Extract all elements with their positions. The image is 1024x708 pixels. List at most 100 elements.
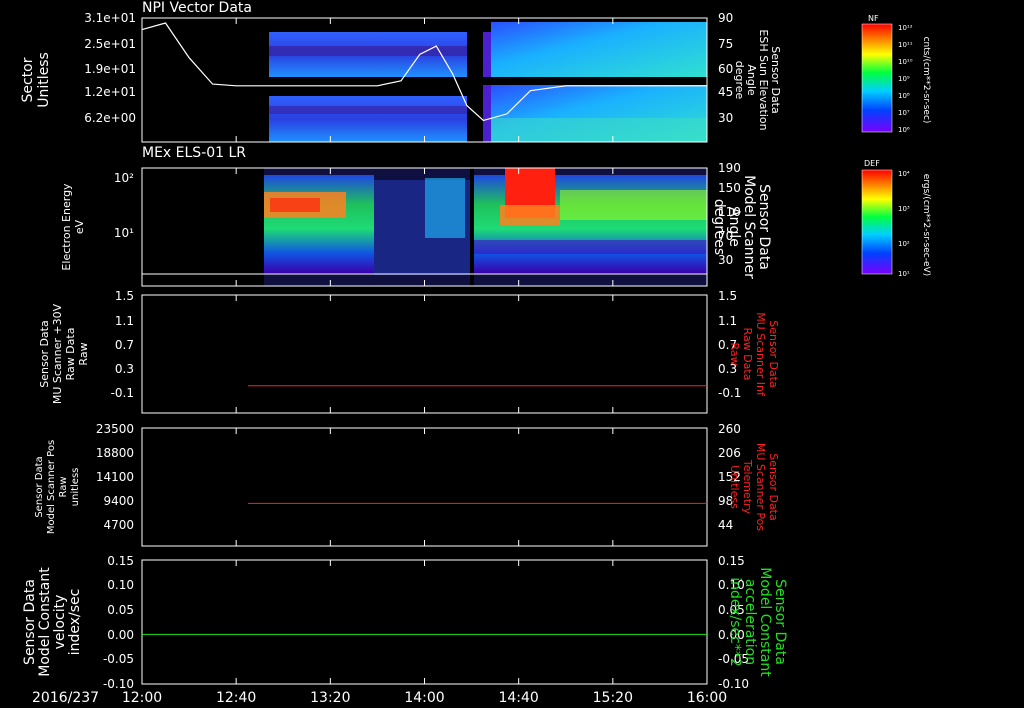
els-spectrogram — [264, 168, 707, 286]
svg-text:index/sec: index/sec — [67, 589, 83, 656]
npi-left-label: Sector Unitless — [20, 52, 52, 108]
els-right-tick: 150 — [718, 181, 741, 195]
mu-left-tick: 1.5 — [115, 289, 134, 303]
pos-right-tick: 260 — [718, 422, 741, 436]
panel-els: MEx ELS-01 LR 10² 10¹ 190 150 110 70 30 … — [60, 145, 772, 287]
svg-text:Sensor Data: Sensor Data — [756, 184, 772, 270]
pos-right-tick: 206 — [718, 446, 741, 460]
npi-right-label: Sensor Data ESH Sun Elevation Angle degr… — [733, 29, 782, 130]
pos-left-label: Sensor Data Model Scanner Pos Raw unitle… — [34, 440, 81, 534]
npi-left-tick: 3.1e+01 — [84, 11, 136, 25]
colorbar-def-tick: 10¹ — [898, 270, 910, 278]
const-left-label: Sensor Data Model Constant velocity inde… — [22, 567, 83, 677]
mu-right-tick: -0.1 — [718, 386, 741, 400]
const-left-tick: 0.10 — [107, 578, 134, 592]
npi-right-tick: 90 — [718, 11, 733, 25]
time-tick-label: 15:20 — [593, 690, 633, 706]
colorbar-def-tick: 10³ — [898, 205, 910, 213]
colorbar-nf-tick: 10¹¹ — [898, 41, 913, 49]
svg-text:Sensor Data: Sensor Data — [767, 320, 780, 387]
svg-text:Sensor Data: Sensor Data — [22, 579, 38, 665]
mu-left-tick: -0.1 — [111, 386, 134, 400]
pos-left-tick: 18800 — [96, 446, 134, 460]
svg-text:velocity: velocity — [52, 595, 68, 650]
svg-text:Electron Energy: Electron Energy — [60, 183, 73, 271]
els-left-tick: 10¹ — [114, 226, 134, 240]
panel-npi-title: NPI Vector Data — [142, 0, 252, 16]
const-left-tick: 0.00 — [107, 628, 134, 642]
colorbar-nf-tick: 10¹² — [898, 24, 913, 32]
colorbar-nf-tick: 10⁹ — [898, 75, 910, 83]
svg-text:degrees: degrees — [711, 199, 727, 255]
colorbar-def-units: ergs/(cm**2-sr-sec-eV) — [921, 174, 931, 276]
npi-spectrogram — [269, 22, 707, 142]
npi-right-tick: 60 — [718, 62, 733, 76]
colorbar-nf-tick: 10¹⁰ — [898, 58, 913, 66]
mu-right-tick: 1.1 — [718, 314, 737, 328]
svg-text:Raw Data: Raw Data — [741, 328, 754, 381]
panel-mu-30v-frame — [141, 294, 708, 414]
svg-text:Unitless: Unitless — [36, 52, 52, 108]
const-left-tick: 0.15 — [107, 554, 134, 568]
svg-text:Model Constant: Model Constant — [37, 567, 53, 677]
svg-text:Raw: Raw — [58, 476, 69, 497]
time-tick-label: 14:40 — [498, 690, 538, 706]
svg-text:unitless: unitless — [70, 468, 81, 507]
npi-left-tick: 1.9e+01 — [84, 62, 136, 76]
time-tick-label: 12:40 — [216, 690, 256, 706]
npi-right-tick: 30 — [718, 111, 733, 125]
panel-mu-30v: 1.5 1.1 0.7 0.3 -0.1 1.5 1.1 0.7 0.3 -0.… — [38, 289, 780, 414]
mu-left-tick: 1.1 — [115, 314, 134, 328]
time-tick-label: 12:00 — [122, 690, 162, 706]
pos-right-tick: 44 — [718, 518, 733, 532]
svg-text:Raw: Raw — [728, 342, 741, 365]
npi-left-tick: 2.5e+01 — [84, 37, 136, 51]
panel-constant-frame — [141, 559, 708, 685]
colorbar-def: DEF 10⁴ 10³ 10² 10¹ ergs/(cm**2-sr-sec-e… — [861, 159, 931, 278]
els-left-label: Electron Energy eV — [60, 183, 86, 271]
colorbar-def-label: DEF — [864, 159, 880, 168]
colorbar-nf-units: cnts/(cm**2-sr-sec) — [921, 37, 931, 124]
mu-left-tick: 0.3 — [115, 362, 134, 376]
pos-left-tick: 14100 — [96, 470, 134, 484]
svg-text:Sensor Data: Sensor Data — [772, 579, 788, 665]
svg-text:Sector: Sector — [20, 57, 36, 102]
els-right-tick: 190 — [718, 161, 741, 175]
colorbar-nf-tick: 10⁶ — [898, 126, 910, 134]
npi-left-tick: 6.2e+00 — [84, 111, 136, 125]
svg-text:MU Scanner +30V: MU Scanner +30V — [51, 303, 64, 404]
colorbar-def-tick: 10² — [898, 240, 910, 248]
pos-left-tick: 23500 — [96, 422, 134, 436]
panel-npi: NPI Vector Data 3.1e+01 2.5e+01 1.9e+01 … — [20, 0, 782, 143]
svg-text:MU Scanner Pos: MU Scanner Pos — [754, 443, 767, 532]
const-left-tick: -0.10 — [103, 677, 134, 691]
date-label: 2016/237 — [32, 690, 99, 706]
svg-text:MU Scanner Inf: MU Scanner Inf — [754, 312, 767, 397]
panel-scanner-pos: 23500 18800 14100 9400 4700 260 206 152 … — [34, 422, 780, 547]
npi-right-tick: 75 — [718, 37, 733, 51]
time-tick-label: 13:20 — [310, 690, 350, 706]
mu-right-tick: 1.5 — [718, 289, 737, 303]
svg-text:Angle: Angle — [726, 207, 742, 247]
colorbar-nf: NF 10¹² 10¹¹ 10¹⁰ 10⁹ 10⁸ 10⁷ 10⁶ cnts/(… — [861, 14, 931, 134]
panel-els-title: MEx ELS-01 LR — [142, 145, 246, 161]
const-right-tick: 0.15 — [718, 554, 745, 568]
svg-text:Sensor Data: Sensor Data — [38, 320, 51, 387]
time-tick-label: 14:00 — [404, 690, 444, 706]
pos-left-tick: 9400 — [103, 494, 134, 508]
const-right-label: Sensor Data Model Constant acceleration … — [727, 567, 788, 677]
svg-text:acceleration: acceleration — [742, 579, 758, 665]
svg-text:Telemetry: Telemetry — [741, 459, 754, 515]
npi-left-tick: 1.2e+01 — [84, 85, 136, 99]
const-right-tick: -0.10 — [718, 677, 749, 691]
svg-text:Model Constant: Model Constant — [757, 567, 773, 677]
svg-text:Raw Data: Raw Data — [64, 328, 77, 381]
pos-left-tick: 4700 — [103, 518, 134, 532]
npi-right-tick: 45 — [718, 85, 733, 99]
plot-canvas: NPI Vector Data 3.1e+01 2.5e+01 1.9e+01 … — [20, 0, 931, 706]
panel-constant: 0.15 0.10 0.05 0.00 -0.05 -0.10 0.15 0.1… — [22, 554, 788, 691]
colorbar-nf-tick: 10⁷ — [898, 109, 910, 117]
svg-text:index/sec**2: index/sec**2 — [727, 577, 743, 667]
colorbar-nf-label: NF — [868, 14, 879, 23]
svg-text:Sensor Data: Sensor Data — [34, 456, 45, 517]
